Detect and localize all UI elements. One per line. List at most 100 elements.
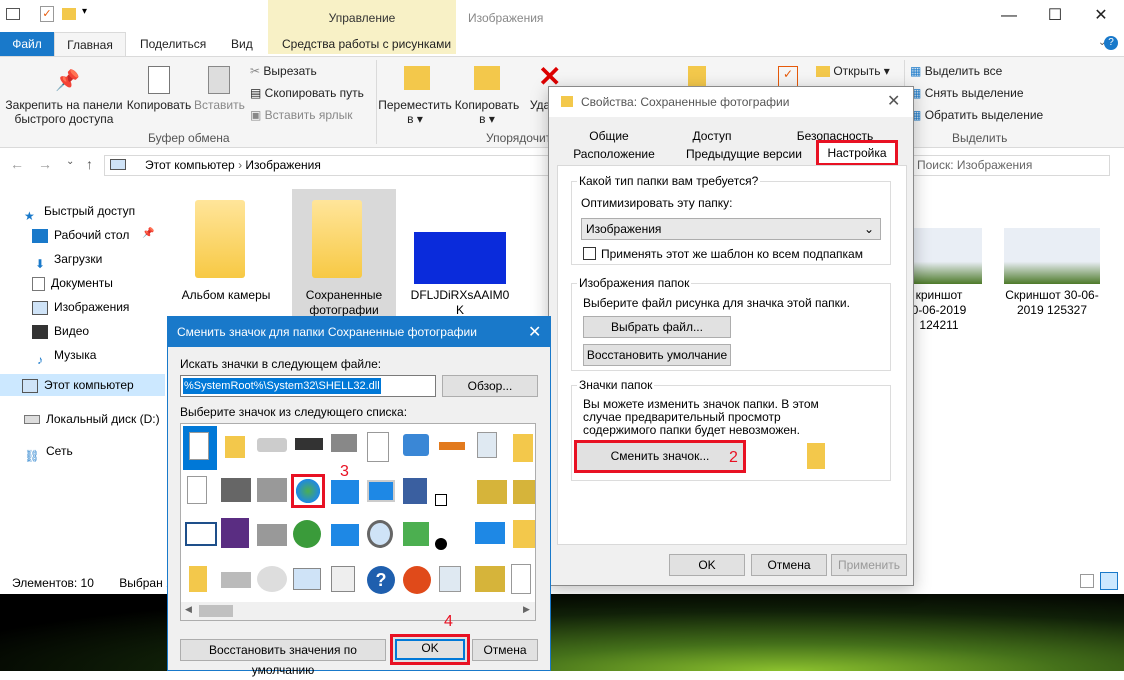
shortcut-arrow-icon[interactable]: [435, 494, 447, 506]
recent-locations-icon[interactable]: ⌄: [66, 156, 74, 167]
paste-shortcut-button[interactable]: Вставить ярлык: [265, 108, 353, 122]
pin-quick-access-button[interactable]: Закрепить на панели быстрого доступа: [4, 98, 124, 126]
contact-card-icon[interactable]: [367, 480, 395, 502]
drive-icon[interactable]: [257, 438, 287, 452]
folder-docs-icon[interactable]: [513, 434, 533, 462]
scrollbar-thumb[interactable]: [199, 605, 233, 617]
tab-view[interactable]: Вид: [219, 32, 265, 56]
new-folder-icon[interactable]: [62, 8, 76, 20]
select-all-button[interactable]: Выделить все: [925, 64, 1003, 78]
props-ok-button[interactable]: OK: [669, 554, 745, 576]
computer-box-icon[interactable]: [403, 478, 427, 504]
image-thumbnail[interactable]: [414, 232, 506, 284]
cut-button[interactable]: Вырезать: [263, 64, 316, 78]
network-computer-icon[interactable]: [331, 480, 359, 504]
nav-quick-access[interactable]: ★ Быстрый доступ: [24, 200, 135, 223]
choose-file-button[interactable]: Выбрать файл...: [583, 316, 731, 338]
folder-saved-pictures-icon[interactable]: [312, 200, 362, 278]
network-folder-icon[interactable]: [513, 480, 535, 504]
nav-videos[interactable]: Видео: [32, 320, 89, 342]
search-input[interactable]: Поиск: Изображения: [910, 155, 1110, 176]
document-clock-icon[interactable]: [367, 432, 389, 462]
properties-icon[interactable]: ✓: [40, 6, 54, 22]
disconnected-drive-icon[interactable]: [257, 524, 287, 546]
restore-defaults-button[interactable]: Восстановить значения по умолчанию: [180, 639, 386, 677]
monitor-icon[interactable]: [475, 522, 505, 544]
help-icon[interactable]: ?: [1104, 36, 1118, 50]
move-to-button[interactable]: Переместить в ▾: [378, 98, 452, 126]
paste-button[interactable]: Вставить: [194, 98, 245, 112]
screenshot-thumbnail-2[interactable]: [1004, 228, 1100, 284]
change-icon-close-button[interactable]: ✕: [528, 322, 541, 342]
large-icons-view-icon[interactable]: [1100, 572, 1118, 590]
tab-previous-versions[interactable]: Предыдущие версии: [669, 145, 819, 163]
nav-local-disk[interactable]: Локальный диск (D:): [24, 408, 160, 430]
select-none-button[interactable]: Снять выделение: [925, 86, 1024, 100]
restore-default-button[interactable]: Восстановить умолчание: [583, 344, 731, 366]
floppy-drive-icon[interactable]: [221, 518, 249, 548]
power-icon[interactable]: [403, 566, 431, 594]
back-icon[interactable]: ←: [10, 156, 24, 172]
folder-a-icon[interactable]: [513, 520, 535, 548]
folder-saved-pictures-label[interactable]: Сохраненные фотографии: [292, 288, 396, 318]
nav-network[interactable]: ⛓ Сеть: [24, 440, 72, 463]
folder-icon[interactable]: [225, 436, 245, 458]
change-icon-cancel-button[interactable]: Отмена: [472, 639, 538, 661]
tab-general[interactable]: Общие: [559, 127, 659, 145]
maximize-button[interactable]: ☐: [1032, 0, 1078, 32]
globe-icon[interactable]: [291, 474, 325, 508]
copy-button[interactable]: Копировать: [124, 98, 194, 112]
globe-cursor-icon[interactable]: [293, 520, 321, 548]
recycle-bin-icon[interactable]: [477, 432, 497, 458]
folder-camera-roll-icon[interactable]: [195, 200, 245, 278]
scroll-right-icon[interactable]: ▶: [523, 604, 530, 615]
grid-document-icon[interactable]: [331, 566, 355, 592]
tab-sharing[interactable]: Доступ: [659, 127, 765, 145]
crumb-pictures[interactable]: Изображения: [245, 158, 320, 172]
properties-close-button[interactable]: ✕: [887, 91, 900, 111]
install-icon[interactable]: [403, 522, 429, 546]
mapped-drive-icon[interactable]: [257, 478, 287, 502]
blank-document-icon[interactable]: [189, 432, 209, 460]
network-map-icon[interactable]: [331, 524, 359, 546]
nav-music[interactable]: ♪ Музыка: [32, 344, 96, 367]
clock-small-icon[interactable]: [435, 538, 447, 550]
text-document-icon[interactable]: [187, 476, 207, 504]
screenshot-1-label[interactable]: криншот 0-06-2019 124211: [904, 288, 974, 333]
app-window-icon[interactable]: [185, 522, 217, 546]
folder-camera-roll-label[interactable]: Альбом камеры: [174, 288, 278, 302]
apply-subfolders-checkbox[interactable]: [583, 247, 596, 260]
nav-pictures[interactable]: Изображения: [32, 296, 129, 318]
nav-this-pc[interactable]: Этот компьютер: [0, 374, 165, 396]
icon-list-scrollbar[interactable]: [181, 602, 535, 620]
change-icon-button[interactable]: Сменить значок...: [574, 440, 746, 473]
tab-location[interactable]: Расположение: [559, 145, 669, 163]
checklist-icon[interactable]: [511, 564, 531, 594]
disk-icon[interactable]: [221, 572, 251, 588]
scroll-left-icon[interactable]: ◀: [185, 604, 192, 615]
chip-icon[interactable]: [295, 438, 323, 450]
hand-icon[interactable]: [439, 442, 465, 450]
image-label[interactable]: DFLJDiRXsAAIM0K: [410, 288, 510, 318]
minimize-button[interactable]: —: [986, 0, 1032, 32]
tab-home[interactable]: Главная: [54, 32, 126, 56]
laptop-icon[interactable]: [293, 568, 321, 590]
up-icon[interactable]: ↑: [86, 156, 93, 172]
props-cancel-button[interactable]: Отмена: [751, 554, 827, 576]
folder-small-icon[interactable]: [189, 566, 207, 592]
help-circle-icon[interactable]: ?: [367, 566, 395, 594]
magnifier-icon[interactable]: [367, 520, 393, 548]
copy-to-button[interactable]: Копировать в ▾: [452, 98, 522, 126]
optimize-select[interactable]: Изображения ⌄: [581, 218, 881, 240]
nav-documents[interactable]: Документы: [32, 272, 113, 294]
screenshot-2-label[interactable]: Скриншот 30-06-2019 125327: [1004, 288, 1100, 318]
screenshot-thumbnail-1[interactable]: [914, 228, 982, 284]
tab-picture-tools[interactable]: Средства работы с рисунками: [270, 32, 463, 56]
props-apply-button[interactable]: Применить: [831, 554, 907, 576]
recycle-full-icon[interactable]: [439, 566, 461, 592]
window-icon[interactable]: [403, 434, 429, 456]
invert-selection-button[interactable]: Обратить выделение: [925, 108, 1044, 122]
tab-share[interactable]: Поделиться: [128, 32, 218, 56]
icon-file-input[interactable]: %SystemRoot%\System32\SHELL32.dll: [180, 375, 436, 397]
browse-button[interactable]: Обзор...: [442, 375, 538, 397]
